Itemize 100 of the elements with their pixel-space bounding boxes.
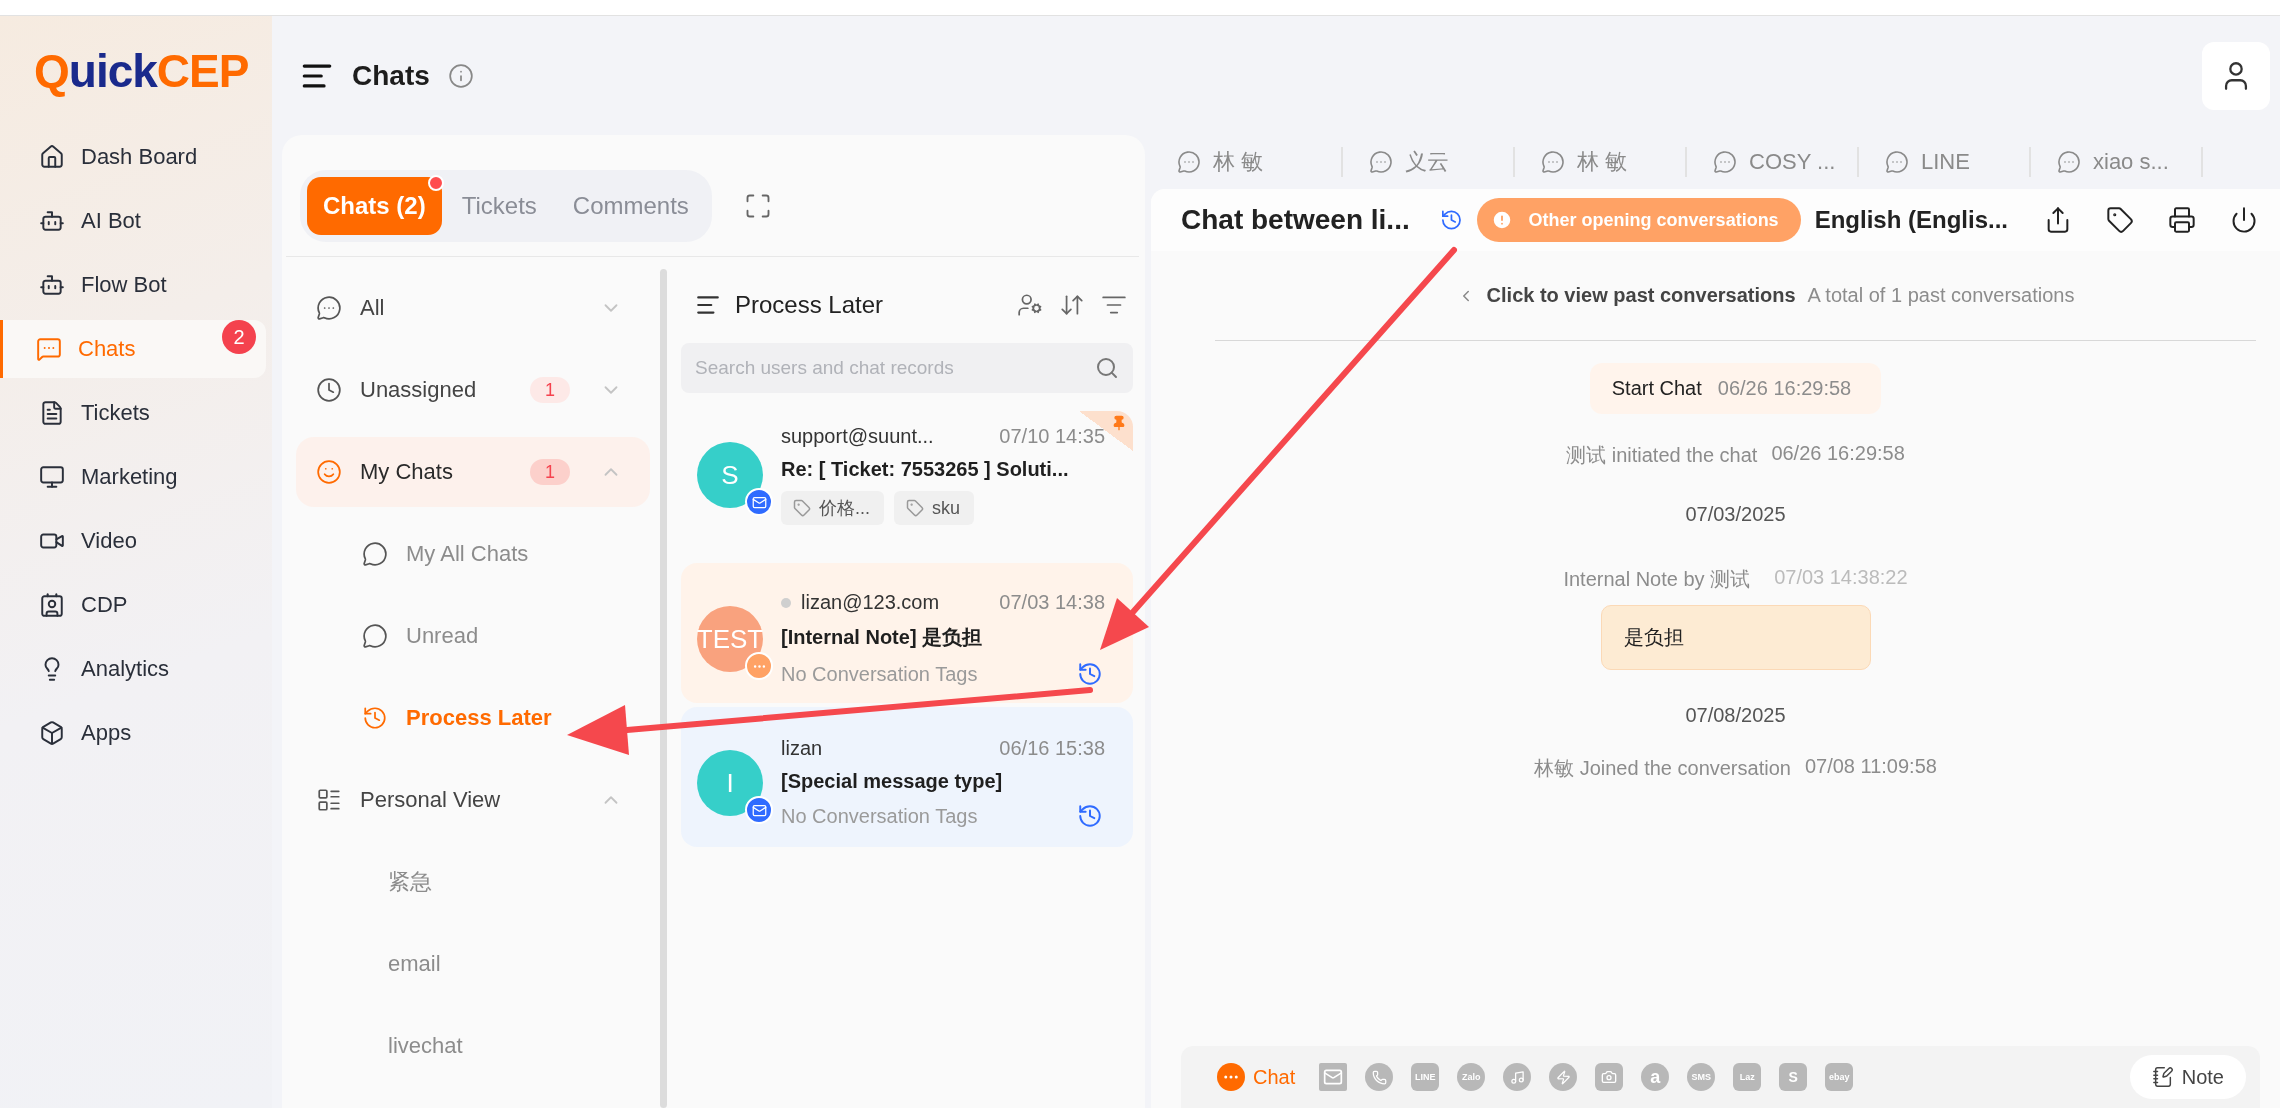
monitor-icon	[39, 464, 65, 490]
sidebar-label: Analytics	[81, 656, 170, 682]
view-item[interactable]: email	[296, 929, 650, 999]
date-divider: 07/08/2025	[1685, 704, 1786, 727]
sidebar-item[interactable]: CDP	[0, 576, 266, 634]
chat-bubble-icon	[362, 623, 388, 649]
user-button[interactable]	[2202, 41, 2270, 110]
robot-icon	[39, 208, 65, 234]
chat-bubble-icon	[1369, 150, 1393, 174]
clock-icon	[362, 705, 388, 731]
chat-bubble-icon	[362, 541, 388, 567]
language-selector[interactable]: English (Englis...	[1814, 206, 2008, 234]
clock-icon[interactable]	[1077, 803, 1103, 829]
shopping-bag-icon[interactable]: S	[1779, 1063, 1808, 1091]
contact-name: support@suunt...	[781, 425, 935, 448]
conversation-tab[interactable]: xiao s...	[2031, 147, 2203, 177]
empty-tags-text: No Conversation Tags	[781, 662, 979, 686]
view-label: 紧急	[388, 868, 433, 896]
face-icon	[316, 459, 342, 485]
internal-note-bubble: 是负担	[1600, 605, 1871, 670]
view-label: Unassigned	[360, 377, 478, 403]
view-label: Personal View	[360, 787, 502, 813]
note-button[interactable]: Note	[2129, 1055, 2246, 1099]
sidebar-label: Chats	[78, 336, 136, 362]
conversation-card[interactable]: TEST lizan@123.com 07/03 14:38 [Internal Note] 是负担 No Conversation Tags	[681, 563, 1133, 703]
view-item[interactable]: My All Chats	[296, 519, 650, 589]
chat-bubble-icon	[1713, 150, 1737, 174]
sidebar-label: Marketing	[81, 464, 178, 490]
inbox-tab[interactable]: Chats (2)	[307, 176, 442, 235]
sidebar-item[interactable]: Apps	[0, 704, 266, 762]
tag-label: 价格...	[819, 497, 870, 520]
chat-bubble-icon	[2057, 150, 2081, 174]
channel-icon[interactable]: ebay	[1825, 1063, 1854, 1091]
view-label: My Chats	[360, 459, 454, 485]
view-item[interactable]: 紧急	[296, 847, 650, 917]
sidebar-label: Flow Bot	[81, 272, 167, 298]
conversation-tab[interactable]: COSY ...	[1687, 147, 1859, 177]
view-item[interactable]: livechat	[296, 1011, 650, 1081]
view-label: My All Chats	[406, 541, 530, 567]
message-time: 07/03 14:38:22	[1774, 566, 1908, 590]
sidebar-item[interactable]: Tickets	[0, 384, 266, 442]
sidebar-item[interactable]: AI Bot	[0, 192, 266, 250]
view-item[interactable]: My Chats 1	[296, 437, 650, 507]
tab-label: COSY ...	[1749, 149, 1836, 175]
sidebar-item[interactable]: Dash Board	[0, 128, 266, 186]
sidebar-item[interactable]: Video	[0, 512, 266, 570]
view-item[interactable]: All	[296, 273, 650, 343]
alert-pill[interactable]: Other opening conversations	[1476, 198, 1801, 242]
clock-icon[interactable]	[1077, 661, 1103, 687]
conversation-tab[interactable]: LINE	[1859, 147, 2031, 177]
page-title: Chats	[352, 59, 430, 92]
system-message: 测试 initiated the chat	[1566, 443, 1758, 468]
conversation-subject: [Special message type]	[781, 770, 1004, 793]
view-item[interactable]: Unread	[296, 601, 650, 671]
sidebar-label: Video	[81, 528, 137, 554]
note-icon	[2151, 1066, 2174, 1088]
chat-bubble-icon	[316, 295, 342, 321]
view-label: Process Later	[406, 705, 553, 731]
conversation-tab[interactable]: 义云	[1343, 147, 1515, 177]
sidebar-item[interactable]: Chats 2	[0, 320, 266, 378]
search-icon[interactable]	[1095, 356, 1119, 380]
view-item[interactable]: Unassigned 1	[296, 355, 650, 425]
view-item[interactable]: Process Later	[296, 683, 650, 753]
channel-icon[interactable]: LINE	[1411, 1063, 1440, 1091]
conversation-card[interactable]: S support@suunt... 07/10 14:35 Re: [ Ticket: 7553265 ] Soluti... 价格... sku	[681, 411, 1133, 539]
channel-icon[interactable]: Zalo	[1457, 1063, 1486, 1091]
chat-channel-button[interactable]: Chat	[1211, 1062, 1302, 1092]
conversation-subject: Re: [ Ticket: 7553265 ] Soluti...	[781, 458, 1070, 481]
view-label: livechat	[388, 1033, 464, 1059]
inbox-tab[interactable]: Tickets	[445, 176, 553, 235]
sidebar-label: Dash Board	[81, 144, 198, 170]
conversation-time: 07/03 14:38	[999, 591, 1105, 614]
conversation-tab[interactable]: 林 敏	[1515, 147, 1687, 177]
sidebar-item[interactable]: Analytics	[0, 640, 266, 698]
sidebar-label: Tickets	[81, 400, 150, 426]
sidebar-item[interactable]: Flow Bot	[0, 256, 266, 314]
document-icon	[39, 400, 65, 426]
tag-icon[interactable]	[2104, 204, 2136, 236]
past-conversations-link[interactable]: Click to view past conversations	[1486, 284, 1796, 307]
channel-icon[interactable]: a	[1641, 1063, 1670, 1091]
date-divider: 07/03/2025	[1685, 503, 1786, 526]
conversation-tab[interactable]: 林 敏	[1171, 147, 1343, 177]
conversation-time: 07/10 14:35	[999, 425, 1105, 448]
search-field[interactable]: Search users and chat records	[681, 343, 1133, 393]
view-item[interactable]: Personal View	[296, 765, 650, 835]
message-time: 06/26 16:29:58	[1771, 442, 1905, 466]
tab-label: xiao s...	[2093, 149, 2169, 175]
inbox-tab[interactable]: Comments	[556, 176, 705, 235]
tag-icon	[906, 499, 924, 517]
conversation-card[interactable]: I lizan 06/16 15:38 [Special message type] No Conversation Tags	[681, 707, 1133, 847]
scrollbar[interactable]	[660, 269, 667, 1108]
channel-icon[interactable]: Laz	[1733, 1063, 1762, 1091]
count-badge: 1	[530, 459, 570, 485]
channel-icon[interactable]: SMS	[1687, 1063, 1716, 1091]
sidebar-item[interactable]: Marketing	[0, 448, 266, 506]
print-icon[interactable]	[2166, 204, 2198, 236]
chat-bubble-icon	[1177, 150, 1201, 174]
cube-icon	[39, 720, 65, 746]
list-icon	[316, 787, 342, 813]
view-label: Unread	[406, 623, 480, 649]
